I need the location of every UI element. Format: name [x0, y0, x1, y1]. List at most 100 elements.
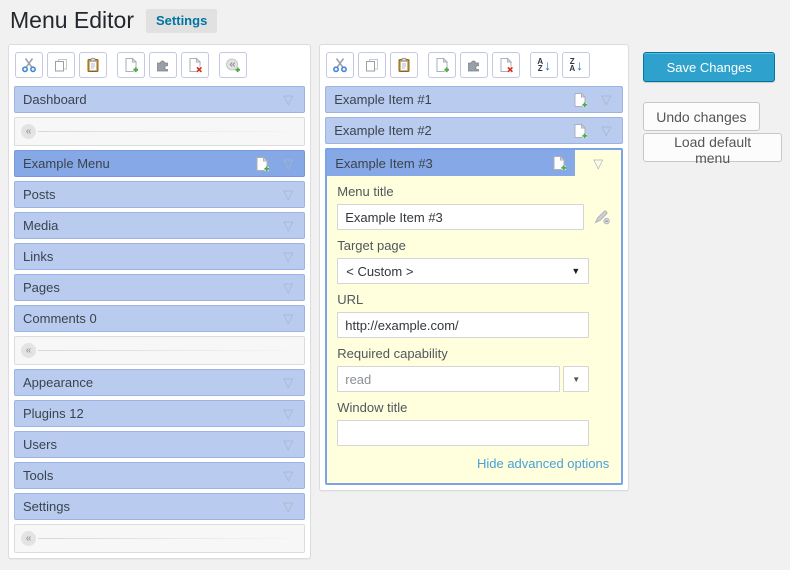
copy-button[interactable] [358, 52, 386, 78]
edit-pencil-icon [593, 209, 611, 225]
page-title: Menu Editor [10, 6, 134, 35]
menu-item-label: Posts [23, 187, 275, 202]
load-default-menu-button[interactable]: Load default menu [643, 133, 782, 162]
expand-triangle-icon[interactable]: ▽ [275, 438, 301, 451]
editor-layout: Dashboard ▽ « Example Menu [8, 44, 782, 559]
plugin-icon [466, 57, 482, 73]
menu-separator[interactable]: « [14, 524, 305, 553]
url-label: URL [337, 292, 611, 307]
menu-title-input[interactable] [337, 204, 584, 230]
page-plus-icon [551, 155, 567, 171]
settings-button[interactable]: Settings [146, 9, 217, 33]
new-child-item-button[interactable] [567, 92, 593, 108]
cut-button[interactable] [326, 52, 354, 78]
menu-item-links[interactable]: Links ▽ [14, 243, 305, 270]
menu-item-label: Example Item #1 [334, 92, 567, 107]
menu-item-label: Pages [23, 280, 275, 295]
sort-ascending-button[interactable]: AZ ↓ [530, 52, 558, 78]
undo-changes-button[interactable]: Undo changes [643, 102, 759, 131]
menu-item-example-menu[interactable]: Example Menu ▽ [14, 150, 305, 177]
paste-button[interactable] [79, 52, 107, 78]
new-item-icon [434, 57, 450, 73]
page-header: Menu Editor Settings [10, 6, 782, 35]
capability-dropdown-button[interactable]: ▼ [563, 366, 589, 392]
cut-icon [332, 57, 348, 73]
delete-item-icon [187, 57, 203, 73]
paste-button[interactable] [390, 52, 418, 78]
paste-icon [85, 57, 101, 73]
expand-triangle-icon[interactable]: ▽ [275, 157, 301, 170]
hide-advanced-options-link[interactable]: Hide advanced options [337, 456, 609, 471]
new-item-button[interactable] [428, 52, 456, 78]
menu-item-label: Appearance [23, 375, 275, 390]
menu-item-label: Comments 0 [23, 311, 275, 326]
expand-triangle-icon: ▽ [585, 157, 611, 170]
menu-item-users[interactable]: Users ▽ [14, 431, 305, 458]
menu-item-label: Links [23, 249, 275, 264]
separator-line [38, 538, 294, 539]
menu-item-example-2[interactable]: Example Item #2 ▽ [325, 117, 623, 144]
expand-triangle-icon[interactable]: ▽ [593, 124, 619, 137]
new-child-item-button[interactable] [546, 155, 572, 171]
expand-triangle-icon[interactable]: ▽ [593, 93, 619, 106]
expand-triangle-icon[interactable]: ▽ [275, 312, 301, 325]
menu-item-pages[interactable]: Pages ▽ [14, 274, 305, 301]
new-item-icon [123, 57, 139, 73]
paste-icon [396, 57, 412, 73]
sort-descending-button[interactable]: ZA ↓ [562, 52, 590, 78]
menu-separator[interactable]: « [14, 336, 305, 365]
menu-item-label: Media [23, 218, 275, 233]
expand-triangle-icon[interactable]: ▽ [275, 376, 301, 389]
window-title-input[interactable] [337, 420, 589, 446]
cut-button[interactable] [15, 52, 43, 78]
cut-icon [21, 57, 37, 73]
expand-triangle-icon[interactable]: ▽ [275, 93, 301, 106]
expand-triangle-icon[interactable]: ▽ [275, 469, 301, 482]
expand-triangle-icon[interactable]: ▽ [275, 500, 301, 513]
menu-item-dashboard[interactable]: Dashboard ▽ [14, 86, 305, 113]
copy-icon [53, 57, 69, 73]
collapse-triangle-button[interactable]: ▽ [575, 150, 621, 176]
dropdown-arrow-icon: ▼ [572, 375, 580, 384]
url-input[interactable] [337, 312, 589, 338]
menu-item-plugins[interactable]: Plugins 12 ▽ [14, 400, 305, 427]
separator-laquo-icon: « [21, 531, 36, 546]
menu-separator[interactable]: « [14, 117, 305, 146]
page-plus-icon [254, 156, 270, 172]
actions-column: Save Changes Undo changes Load default m… [643, 44, 782, 164]
plugin-icon [155, 57, 171, 73]
menu-item-appearance[interactable]: Appearance ▽ [14, 369, 305, 396]
new-separator-button[interactable] [219, 52, 247, 78]
new-plugin-item-button[interactable] [149, 52, 177, 78]
expand-triangle-icon[interactable]: ▽ [275, 250, 301, 263]
expand-triangle-icon[interactable]: ▽ [275, 407, 301, 420]
submenu-list: Example Item #1 ▽ Example Item #2 [325, 86, 623, 485]
delete-item-button[interactable] [492, 52, 520, 78]
reset-to-default-button[interactable] [593, 209, 611, 225]
menu-item-example-3-header: Example Item #3 ▽ [327, 150, 621, 176]
new-child-item-button[interactable] [567, 123, 593, 139]
new-child-item-button[interactable] [249, 156, 275, 172]
menu-item-settings[interactable]: Settings ▽ [14, 493, 305, 520]
copy-button[interactable] [47, 52, 75, 78]
expand-triangle-icon[interactable]: ▽ [275, 188, 301, 201]
menu-item-example-3[interactable]: Example Item #3 [327, 150, 575, 176]
delete-item-button[interactable] [181, 52, 209, 78]
select-arrow-icon: ▼ [571, 266, 580, 276]
required-capability-input[interactable] [337, 366, 560, 392]
item-settings-form: Menu title Target page [327, 184, 621, 483]
target-page-label: Target page [337, 238, 611, 253]
menu-item-label: Example Item #2 [334, 123, 567, 138]
expand-triangle-icon[interactable]: ▽ [275, 281, 301, 294]
new-item-button[interactable] [117, 52, 145, 78]
menu-item-posts[interactable]: Posts ▽ [14, 181, 305, 208]
save-changes-button[interactable]: Save Changes [643, 52, 775, 82]
target-page-select[interactable]: < Custom > ▼ [337, 258, 589, 284]
page-plus-icon [572, 123, 588, 139]
menu-item-tools[interactable]: Tools ▽ [14, 462, 305, 489]
expand-triangle-icon[interactable]: ▽ [275, 219, 301, 232]
new-plugin-item-button[interactable] [460, 52, 488, 78]
menu-item-comments[interactable]: Comments 0 ▽ [14, 305, 305, 332]
menu-item-media[interactable]: Media ▽ [14, 212, 305, 239]
menu-item-example-1[interactable]: Example Item #1 ▽ [325, 86, 623, 113]
